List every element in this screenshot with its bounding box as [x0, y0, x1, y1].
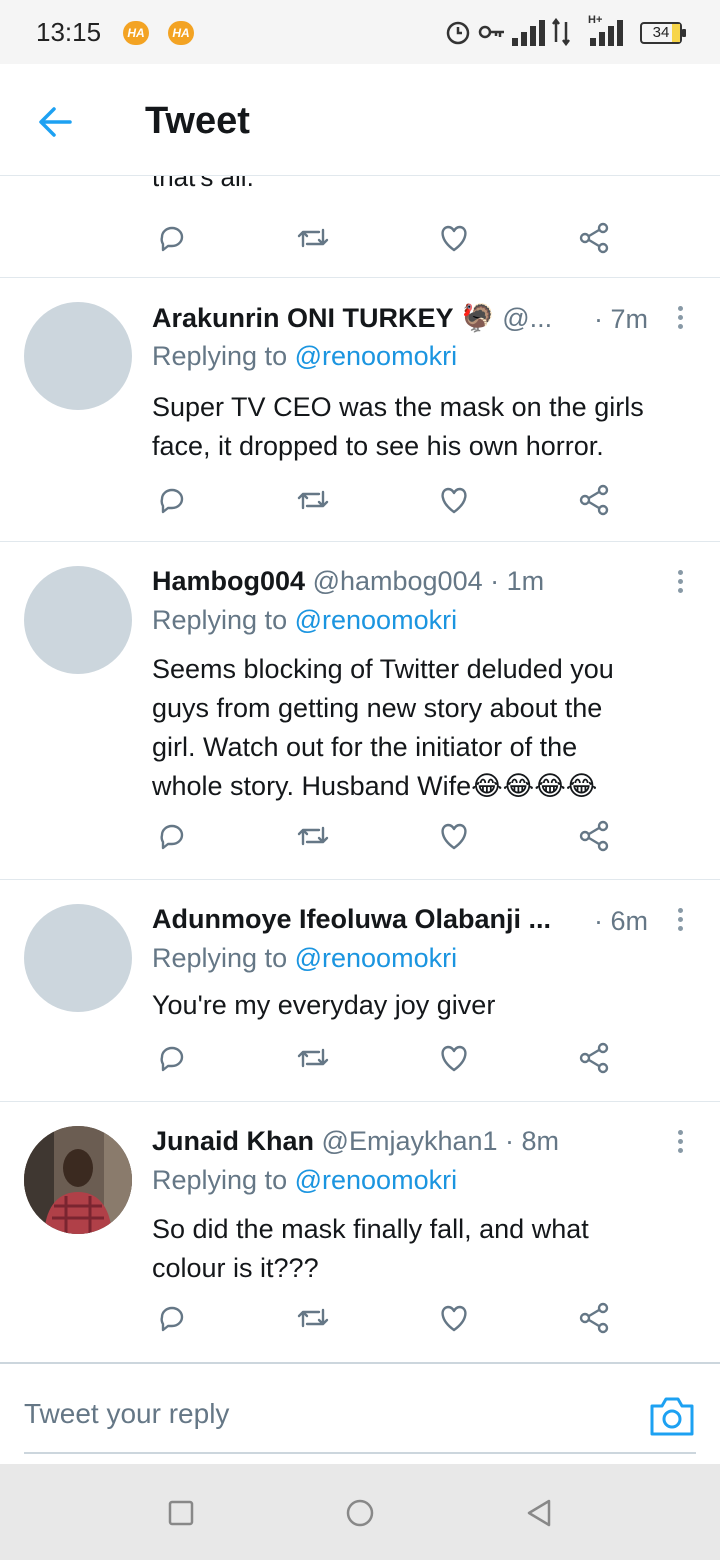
author-name[interactable]: Adunmoye Ifeoluwa Olabanji ...: [152, 904, 551, 934]
retweet-icon[interactable]: [295, 482, 335, 522]
tweet-header: Hambog004 @hambog004 · 1m: [152, 566, 662, 602]
tweet-header: Arakunrin ONI TURKEY 🦃 @...: [152, 302, 572, 338]
tweet-item[interactable]: Adunmoye Ifeoluwa Olabanji ... · 6m Repl…: [0, 880, 720, 1102]
data-transfer-icon: [552, 18, 570, 46]
home-icon[interactable]: [345, 1498, 375, 1528]
replying-to: Replying to @renoomokri: [152, 1165, 458, 1195]
reply-icon[interactable]: [154, 220, 194, 260]
tweet-actions: [152, 1040, 632, 1080]
input-underline: [24, 1452, 696, 1454]
back-triangle-icon[interactable]: [524, 1498, 554, 1528]
mention-link[interactable]: @renoomokri: [295, 1165, 457, 1195]
avatar[interactable]: [24, 904, 132, 1012]
author-handle[interactable]: @...: [502, 303, 552, 333]
share-icon[interactable]: [577, 220, 617, 260]
like-heart-icon[interactable]: [436, 220, 476, 260]
partial-tweet[interactable]: that's all.: [0, 176, 720, 278]
replying-to: Replying to @renoomokri: [152, 605, 458, 635]
reply-feed[interactable]: that's all. Arakunrin ONI TURKEY 🦃 @... …: [0, 176, 720, 1362]
like-heart-icon[interactable]: [436, 1040, 476, 1080]
reply-icon[interactable]: [154, 818, 194, 858]
share-icon[interactable]: [577, 1040, 617, 1080]
retweet-icon[interactable]: [295, 1040, 335, 1080]
more-options-icon[interactable]: [672, 566, 688, 600]
like-heart-icon[interactable]: [436, 818, 476, 858]
reply-composer: Tweet your reply: [0, 1362, 720, 1464]
avatar[interactable]: [24, 566, 132, 674]
like-heart-icon[interactable]: [436, 482, 476, 522]
mention-link[interactable]: @renoomokri: [295, 605, 457, 635]
tweet-item[interactable]: Hambog004 @hambog004 · 1m Replying to @r…: [0, 542, 720, 880]
status-bar: 13:15 HA HA H+ 34: [0, 0, 720, 64]
more-options-icon[interactable]: [672, 302, 688, 336]
turkey-emoji: 🦃: [461, 303, 495, 333]
share-icon[interactable]: [577, 482, 617, 522]
tweet-body: So did the mask finally fall, and what c…: [152, 1214, 589, 1283]
tweet-time: · 7m: [594, 304, 648, 334]
tweet-header: Junaid Khan @Emjaykhan1 · 8m: [152, 1126, 662, 1162]
mention-link[interactable]: @renoomokri: [295, 943, 457, 973]
tweet-actions: [152, 818, 632, 858]
more-options-icon[interactable]: [672, 904, 688, 938]
back-arrow-icon[interactable]: [34, 102, 78, 142]
like-heart-icon[interactable]: [436, 1300, 476, 1340]
camera-icon[interactable]: [648, 1394, 696, 1438]
tweet-body: You're my everyday joy giver: [152, 990, 496, 1020]
tweet-header: Adunmoye Ifeoluwa Olabanji ...: [152, 904, 582, 940]
retweet-icon[interactable]: [295, 220, 335, 260]
vpn-key-icon: [478, 25, 504, 39]
tweet-actions: [152, 1300, 632, 1340]
app-header: Tweet: [0, 64, 720, 176]
tweet-actions: [152, 482, 632, 522]
signal-icon: [512, 20, 545, 46]
tweet-item[interactable]: Arakunrin ONI TURKEY 🦃 @... · 7m Replyin…: [0, 278, 720, 542]
battery-level: 34: [652, 24, 670, 41]
retweet-icon[interactable]: [295, 818, 335, 858]
reply-icon[interactable]: [154, 482, 194, 522]
status-time: 13:15: [36, 17, 102, 47]
alarm-icon: [446, 21, 470, 45]
recent-apps-icon[interactable]: [166, 1498, 196, 1528]
author-name[interactable]: Hambog004: [152, 566, 305, 596]
tweet-item[interactable]: Junaid Khan @Emjaykhan1 · 8m Replying to…: [0, 1102, 720, 1362]
replying-to: Replying to @renoomokri: [152, 943, 458, 973]
more-options-icon[interactable]: [672, 1126, 688, 1160]
system-navigation-bar: [0, 1464, 720, 1560]
author-handle[interactable]: @hambog004 · 1m: [313, 566, 545, 596]
battery-icon: 34: [640, 22, 686, 44]
mention-link[interactable]: @renoomokri: [295, 341, 457, 371]
replying-to: Replying to @renoomokri: [152, 341, 458, 371]
tweet-body: Seems blocking of Twitter deluded you gu…: [152, 654, 614, 801]
notification-badge-icon: HA: [123, 21, 149, 45]
page-title: Tweet: [145, 100, 250, 142]
avatar[interactable]: [24, 1126, 132, 1234]
notification-badge-icon: HA: [168, 21, 194, 45]
tweet-body: Super TV CEO was the mask on the girls f…: [152, 392, 644, 461]
author-handle[interactable]: @Emjaykhan1 · 8m: [322, 1126, 560, 1156]
reply-icon[interactable]: [154, 1040, 194, 1080]
retweet-icon[interactable]: [295, 1300, 335, 1340]
signal-icon: [590, 20, 623, 46]
author-name[interactable]: Arakunrin ONI TURKEY: [152, 303, 454, 333]
share-icon[interactable]: [577, 818, 617, 858]
user-photo: [24, 1126, 132, 1234]
share-icon[interactable]: [577, 1300, 617, 1340]
reply-input[interactable]: Tweet your reply: [24, 1398, 229, 1430]
reply-icon[interactable]: [154, 1300, 194, 1340]
tweet-time: · 6m: [594, 906, 648, 936]
author-name[interactable]: Junaid Khan: [152, 1126, 314, 1156]
tweet-body: that's all.: [152, 176, 254, 192]
avatar[interactable]: [24, 302, 132, 410]
tweet-actions: [152, 220, 632, 260]
